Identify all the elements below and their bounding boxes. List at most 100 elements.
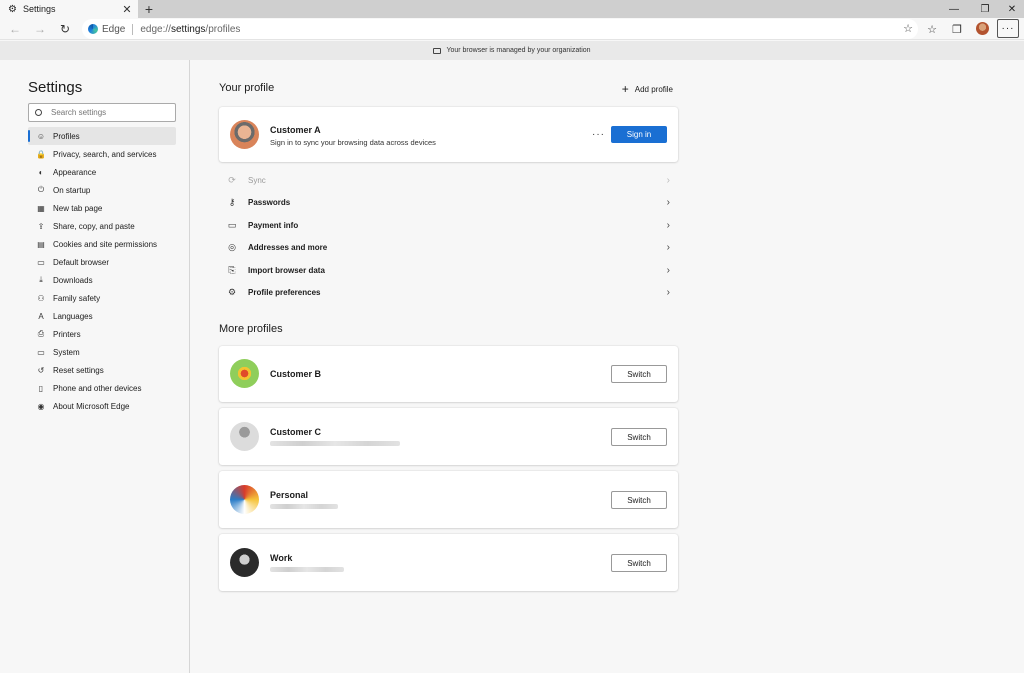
- switch-button[interactable]: Switch: [611, 554, 667, 572]
- edge-icon: ◉: [37, 401, 45, 411]
- settings-row-sync: ⟳ Sync ›: [219, 169, 678, 192]
- lock-icon: 🔒: [36, 149, 46, 159]
- redacted-email: [270, 504, 338, 509]
- sidebar-item-share-copy-and-paste[interactable]: ⇪ Share, copy, and paste: [28, 217, 176, 235]
- location-icon: ◎: [228, 242, 236, 253]
- sidebar-item-downloads[interactable]: ⤓ Downloads: [28, 271, 176, 289]
- your-profile-heading: Your profile: [219, 82, 275, 94]
- sidebar-item-on-startup[interactable]: ⏻ On startup: [28, 181, 176, 199]
- sidebar-item-label: On startup: [53, 185, 91, 195]
- settings-row-label: Passwords: [248, 198, 291, 208]
- chevron-right-icon: ›: [666, 197, 670, 209]
- settings-row-profile-preferences[interactable]: ⚙ Profile preferences ›: [219, 282, 678, 305]
- sidebar-item-about-microsoft-edge[interactable]: ◉ About Microsoft Edge: [28, 397, 176, 415]
- phone-icon: ▯: [38, 383, 44, 393]
- import-icon: ⎘: [228, 264, 236, 275]
- address-url[interactable]: edge://settings/profiles: [140, 24, 240, 35]
- chevron-right-icon: ›: [666, 264, 670, 276]
- sidebar-item-new-tab-page[interactable]: ▦ New tab page: [28, 199, 176, 217]
- profile-name: Customer A: [270, 125, 321, 135]
- back-button[interactable]: ←: [6, 20, 24, 38]
- personal-avatar: [230, 485, 259, 514]
- settings-row-payment-info[interactable]: ▭ Payment info ›: [219, 214, 678, 237]
- sidebar-item-label: Family safety: [53, 293, 101, 303]
- chevron-right-icon: ›: [666, 242, 670, 254]
- plus-icon: +: [621, 82, 629, 96]
- sidebar-item-system[interactable]: ▭ System: [28, 343, 176, 361]
- sidebar-item-reset-settings[interactable]: ↺ Reset settings: [28, 361, 176, 379]
- newtab-icon: ▦: [37, 203, 45, 213]
- settings-row-passwords[interactable]: ⚷ Passwords ›: [219, 192, 678, 215]
- settings-row-addresses-and-more[interactable]: ◎ Addresses and more ›: [219, 237, 678, 260]
- settings-row-label: Profile preferences: [248, 288, 321, 298]
- settings-row-label: Addresses and more: [248, 243, 328, 253]
- profile-card-personal: Personal Switch: [219, 471, 678, 528]
- profile-avatar[interactable]: [976, 22, 989, 35]
- current-profile-card: Customer A Sign in to sync your browsing…: [219, 107, 678, 162]
- printer-icon: ⎙: [37, 329, 45, 338]
- key-icon: ⚷: [228, 197, 236, 208]
- restore-button[interactable]: ❐: [973, 0, 997, 18]
- add-profile-button[interactable]: + Add profile: [622, 82, 673, 96]
- add-favorite-icon[interactable]: ☆: [903, 22, 913, 35]
- collections-icon[interactable]: ❐: [949, 21, 965, 37]
- redacted-email: [270, 567, 344, 572]
- sign-in-button[interactable]: Sign in: [611, 126, 667, 143]
- tab-title: Settings: [22, 4, 56, 14]
- refresh-button[interactable]: ↻: [56, 20, 74, 38]
- sidebar-item-printers[interactable]: ⎙ Printers: [28, 325, 176, 343]
- sidebar-item-phone-and-other-devices[interactable]: ▯ Phone and other devices: [28, 379, 176, 397]
- work-avatar: [230, 548, 259, 577]
- profile-name: Personal: [270, 490, 309, 500]
- managed-banner: Your browser is managed by your organiza…: [0, 41, 1024, 60]
- gear-icon: ⚙: [8, 3, 17, 15]
- url-path: settings: [170, 23, 206, 35]
- switch-button[interactable]: Switch: [611, 428, 667, 446]
- search-box[interactable]: [28, 103, 176, 122]
- address-bar[interactable]: Edge edge://settings/profiles ☆: [82, 19, 918, 39]
- system-icon: ▭: [37, 347, 45, 357]
- settings-menu-button[interactable]: ···: [997, 19, 1019, 38]
- briefcase-icon: [433, 47, 442, 54]
- settings-row-label: Sync: [248, 175, 266, 185]
- sidebar-item-cookies-and-site-permissions[interactable]: ▤ Cookies and site permissions: [28, 235, 176, 253]
- sidebar-item-privacy-search-and-services[interactable]: 🔒 Privacy, search, and services: [28, 145, 176, 163]
- profile-prefs-icon: ⚙: [227, 287, 237, 298]
- sidebar-item-profiles[interactable]: ☺ Profiles: [28, 127, 176, 145]
- sidebar-item-label: Cookies and site permissions: [53, 239, 158, 249]
- cookies-icon: ▤: [37, 239, 45, 249]
- power-icon: ⏻: [37, 185, 45, 194]
- chevron-right-icon: ›: [666, 287, 670, 299]
- page-title: Settings: [28, 79, 83, 96]
- profile-card-customer-b: Customer B Switch: [219, 346, 678, 402]
- chevron-right-icon: ›: [666, 219, 670, 231]
- tab-settings[interactable]: ⚙ Settings ✕: [0, 0, 138, 18]
- profile-icon: ☺: [36, 131, 46, 141]
- sidebar-item-default-browser[interactable]: ▭ Default browser: [28, 253, 176, 271]
- search-input[interactable]: [51, 108, 161, 117]
- download-icon: ⤓: [39, 275, 43, 284]
- tab-close-icon[interactable]: ✕: [119, 3, 135, 16]
- share-icon: ⇪: [37, 221, 45, 231]
- sidebar-item-languages[interactable]: A Languages: [28, 307, 176, 325]
- switch-button[interactable]: Switch: [611, 365, 667, 383]
- chevron-right-icon: ›: [666, 174, 670, 186]
- appearance-icon: ◐: [38, 167, 44, 177]
- sidebar-item-family-safety[interactable]: ⚇ Family safety: [28, 289, 176, 307]
- redacted-email: [270, 441, 400, 446]
- settings-row-label: Payment info: [248, 220, 299, 230]
- forward-button[interactable]: →: [31, 20, 49, 38]
- profile-card-customer-c: Customer C Switch: [219, 408, 678, 465]
- close-window-button[interactable]: ✕: [1000, 0, 1024, 18]
- settings-row-import-browser-data[interactable]: ⎘ Import browser data ›: [219, 259, 678, 282]
- more-options-button[interactable]: ···: [592, 129, 605, 140]
- family-icon: ⚇: [37, 293, 45, 303]
- switch-button[interactable]: Switch: [611, 491, 667, 509]
- minimize-button[interactable]: —: [942, 0, 966, 18]
- address-separator: [132, 23, 134, 35]
- address-label: Edge: [102, 23, 126, 35]
- favorites-icon[interactable]: ☆: [924, 21, 940, 37]
- new-tab-button[interactable]: +: [141, 0, 157, 18]
- sidebar-item-appearance[interactable]: ◐ Appearance: [28, 163, 176, 181]
- reset-icon: ↺: [37, 365, 45, 375]
